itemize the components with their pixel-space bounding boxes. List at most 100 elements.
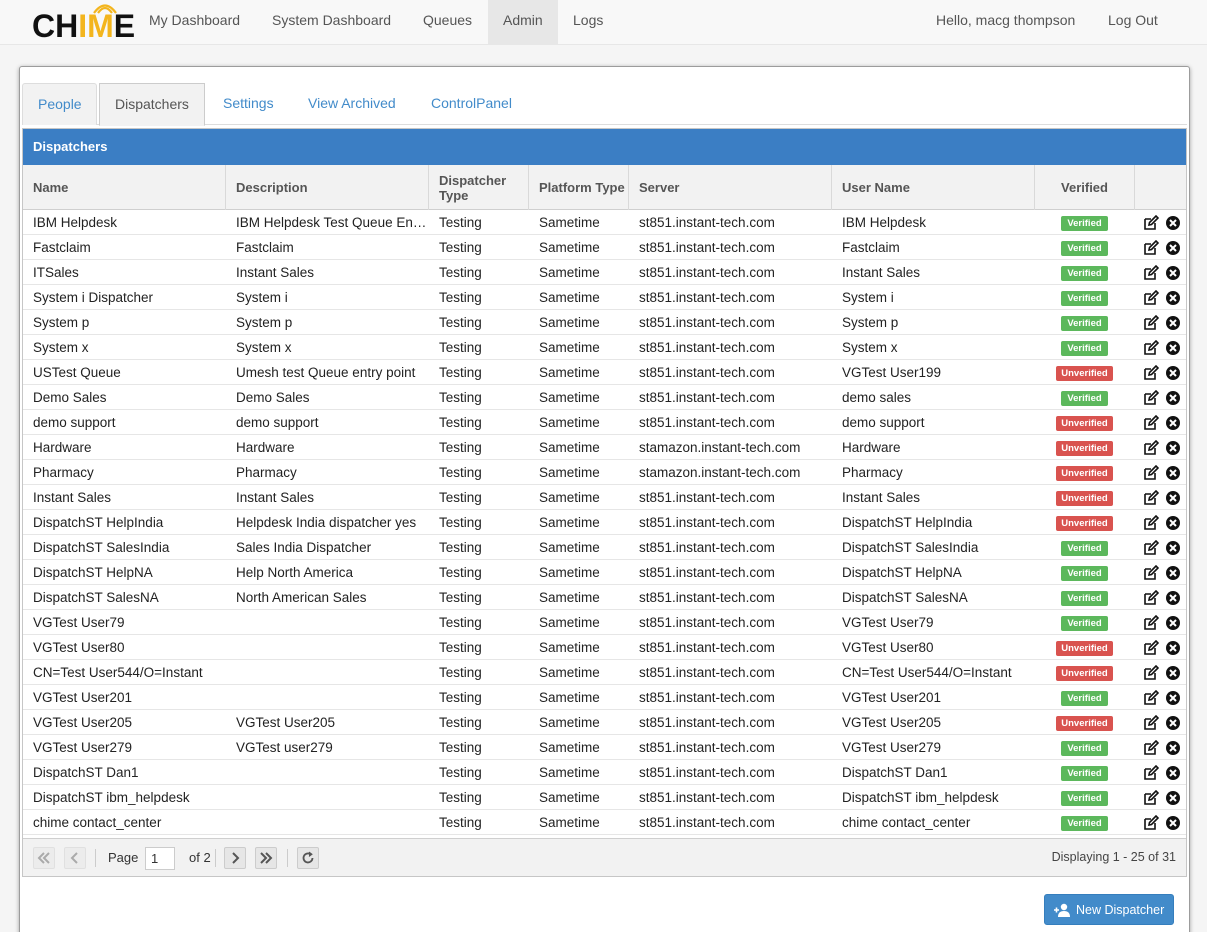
page-number-input[interactable]: 1	[145, 847, 175, 870]
nav-my-dashboard[interactable]: My Dashboard	[134, 0, 255, 45]
edit-icon[interactable]	[1143, 689, 1160, 706]
column-header-server[interactable]: Server	[629, 165, 832, 210]
table-row[interactable]: Instant Sales Instant Sales Testing Sametim…	[23, 485, 1186, 510]
table-row[interactable]: DispatchST SalesNA North American Sales Te…	[23, 585, 1186, 610]
delete-icon[interactable]	[1165, 340, 1181, 356]
edit-icon[interactable]	[1143, 614, 1160, 631]
edit-icon[interactable]	[1143, 439, 1160, 456]
user-greeting[interactable]: Hello, macg thompson	[921, 0, 1090, 45]
edit-icon[interactable]	[1143, 414, 1160, 431]
edit-icon[interactable]	[1143, 289, 1160, 306]
edit-icon[interactable]	[1143, 639, 1160, 656]
edit-icon[interactable]	[1143, 489, 1160, 506]
delete-icon[interactable]	[1165, 365, 1181, 381]
delete-icon[interactable]	[1165, 615, 1181, 631]
tab-people[interactable]: People	[22, 83, 97, 125]
last-page-button[interactable]	[255, 847, 277, 869]
edit-icon[interactable]	[1143, 239, 1160, 256]
column-header-platform-type[interactable]: Platform Type	[529, 165, 629, 210]
edit-icon[interactable]	[1143, 514, 1160, 531]
edit-icon[interactable]	[1143, 664, 1160, 681]
table-row[interactable]: demo support demo support Testing Sametime s…	[23, 410, 1186, 435]
nav-queues[interactable]: Queues	[408, 0, 487, 45]
nav-admin[interactable]: Admin	[488, 0, 558, 45]
edit-icon[interactable]	[1143, 714, 1160, 731]
tab-view-archived[interactable]: View Archived	[293, 83, 411, 125]
delete-icon[interactable]	[1165, 790, 1181, 806]
edit-icon[interactable]	[1143, 214, 1160, 231]
edit-icon[interactable]	[1143, 589, 1160, 606]
column-header-description[interactable]: Description	[226, 165, 429, 210]
table-row[interactable]: System x System x Testing Sametime st851.ins…	[23, 335, 1186, 360]
table-row[interactable]: VGTest User79 Testing Sametime st851.instan…	[23, 610, 1186, 635]
table-row[interactable]: IBM Helpdesk IBM Helpdesk Test Queue Entr…	[23, 210, 1186, 235]
delete-icon[interactable]	[1165, 715, 1181, 731]
delete-icon[interactable]	[1165, 240, 1181, 256]
delete-icon[interactable]	[1165, 465, 1181, 481]
table-row[interactable]: CN=Test User544/O=Instant Testing Sametime…	[23, 660, 1186, 685]
logout-link[interactable]: Log Out	[1093, 0, 1173, 45]
chime-logo[interactable]: CHIME	[32, 0, 138, 45]
edit-icon[interactable]	[1143, 264, 1160, 281]
table-row[interactable]: Hardware Hardware Testing Sametime stamazon.…	[23, 435, 1186, 460]
table-row[interactable]: chime contact_center Testing Sametime st851…	[23, 810, 1186, 835]
next-page-button[interactable]	[224, 847, 246, 869]
edit-icon[interactable]	[1143, 339, 1160, 356]
column-header-dispatcher-type[interactable]: Dispatcher Type	[429, 165, 529, 210]
delete-icon[interactable]	[1165, 215, 1181, 231]
delete-icon[interactable]	[1165, 690, 1181, 706]
table-row[interactable]: Pharmacy Pharmacy Testing Sametime stamazon.…	[23, 460, 1186, 485]
delete-icon[interactable]	[1165, 665, 1181, 681]
tab-dispatchers[interactable]: Dispatchers	[99, 83, 205, 126]
table-row[interactable]: System p System p Testing Sametime st851.ins…	[23, 310, 1186, 335]
table-row[interactable]: VGTest User201 Testing Sametime st851.insta…	[23, 685, 1186, 710]
table-row[interactable]: ITSales Instant Sales Testing Sametime st851…	[23, 260, 1186, 285]
edit-icon[interactable]	[1143, 464, 1160, 481]
table-row[interactable]: Fastclaim Fastclaim Testing Sametime st851.i…	[23, 235, 1186, 260]
table-row[interactable]: USTest Queue Umesh test Queue entry point…	[23, 360, 1186, 385]
edit-icon[interactable]	[1143, 564, 1160, 581]
delete-icon[interactable]	[1165, 765, 1181, 781]
edit-icon[interactable]	[1143, 739, 1160, 756]
table-row[interactable]: VGTest User80 Testing Sametime st851.instan…	[23, 635, 1186, 660]
table-row[interactable]: DispatchST SalesIndia Sales India Dispatc…	[23, 535, 1186, 560]
refresh-button[interactable]	[297, 847, 319, 869]
table-row[interactable]: Demo Sales Demo Sales Testing Sametime st851…	[23, 385, 1186, 410]
delete-icon[interactable]	[1165, 815, 1181, 831]
delete-icon[interactable]	[1165, 565, 1181, 581]
column-header-verified[interactable]: Verified	[1035, 165, 1135, 210]
table-row[interactable]: System i Dispatcher System i Testing Sameti…	[23, 285, 1186, 310]
first-page-button[interactable]	[33, 847, 55, 869]
delete-icon[interactable]	[1165, 440, 1181, 456]
delete-icon[interactable]	[1165, 540, 1181, 556]
previous-page-button[interactable]	[64, 847, 86, 869]
edit-icon[interactable]	[1143, 814, 1160, 831]
delete-icon[interactable]	[1165, 515, 1181, 531]
delete-icon[interactable]	[1165, 390, 1181, 406]
delete-icon[interactable]	[1165, 315, 1181, 331]
column-header-user-name[interactable]: User Name	[832, 165, 1035, 210]
column-header-name[interactable]: Name	[23, 165, 226, 210]
table-row[interactable]: DispatchST Dan1 Testing Sametime st851.inst…	[23, 760, 1186, 785]
edit-icon[interactable]	[1143, 389, 1160, 406]
nav-logs[interactable]: Logs	[558, 0, 618, 45]
tab-settings[interactable]: Settings	[208, 83, 289, 125]
delete-icon[interactable]	[1165, 290, 1181, 306]
tab-controlpanel[interactable]: ControlPanel	[416, 83, 527, 125]
table-row[interactable]: DispatchST HelpNA Help North America Testi…	[23, 560, 1186, 585]
delete-icon[interactable]	[1165, 490, 1181, 506]
delete-icon[interactable]	[1165, 590, 1181, 606]
table-row[interactable]: VGTest User279 VGTest user279 Testing Samet…	[23, 735, 1186, 760]
table-row[interactable]: DispatchST ibm_helpdesk Testing Sametime st…	[23, 785, 1186, 810]
delete-icon[interactable]	[1165, 415, 1181, 431]
edit-icon[interactable]	[1143, 314, 1160, 331]
delete-icon[interactable]	[1165, 640, 1181, 656]
edit-icon[interactable]	[1143, 364, 1160, 381]
delete-icon[interactable]	[1165, 265, 1181, 281]
edit-icon[interactable]	[1143, 764, 1160, 781]
nav-system-dashboard[interactable]: System Dashboard	[257, 0, 406, 45]
table-row[interactable]: DispatchST HelpIndia Helpdesk India dispa…	[23, 510, 1186, 535]
new-dispatcher-button[interactable]: New Dispatcher	[1044, 894, 1174, 925]
table-row[interactable]: VGTest User205 VGTest User205 Testing Samet…	[23, 710, 1186, 735]
edit-icon[interactable]	[1143, 789, 1160, 806]
